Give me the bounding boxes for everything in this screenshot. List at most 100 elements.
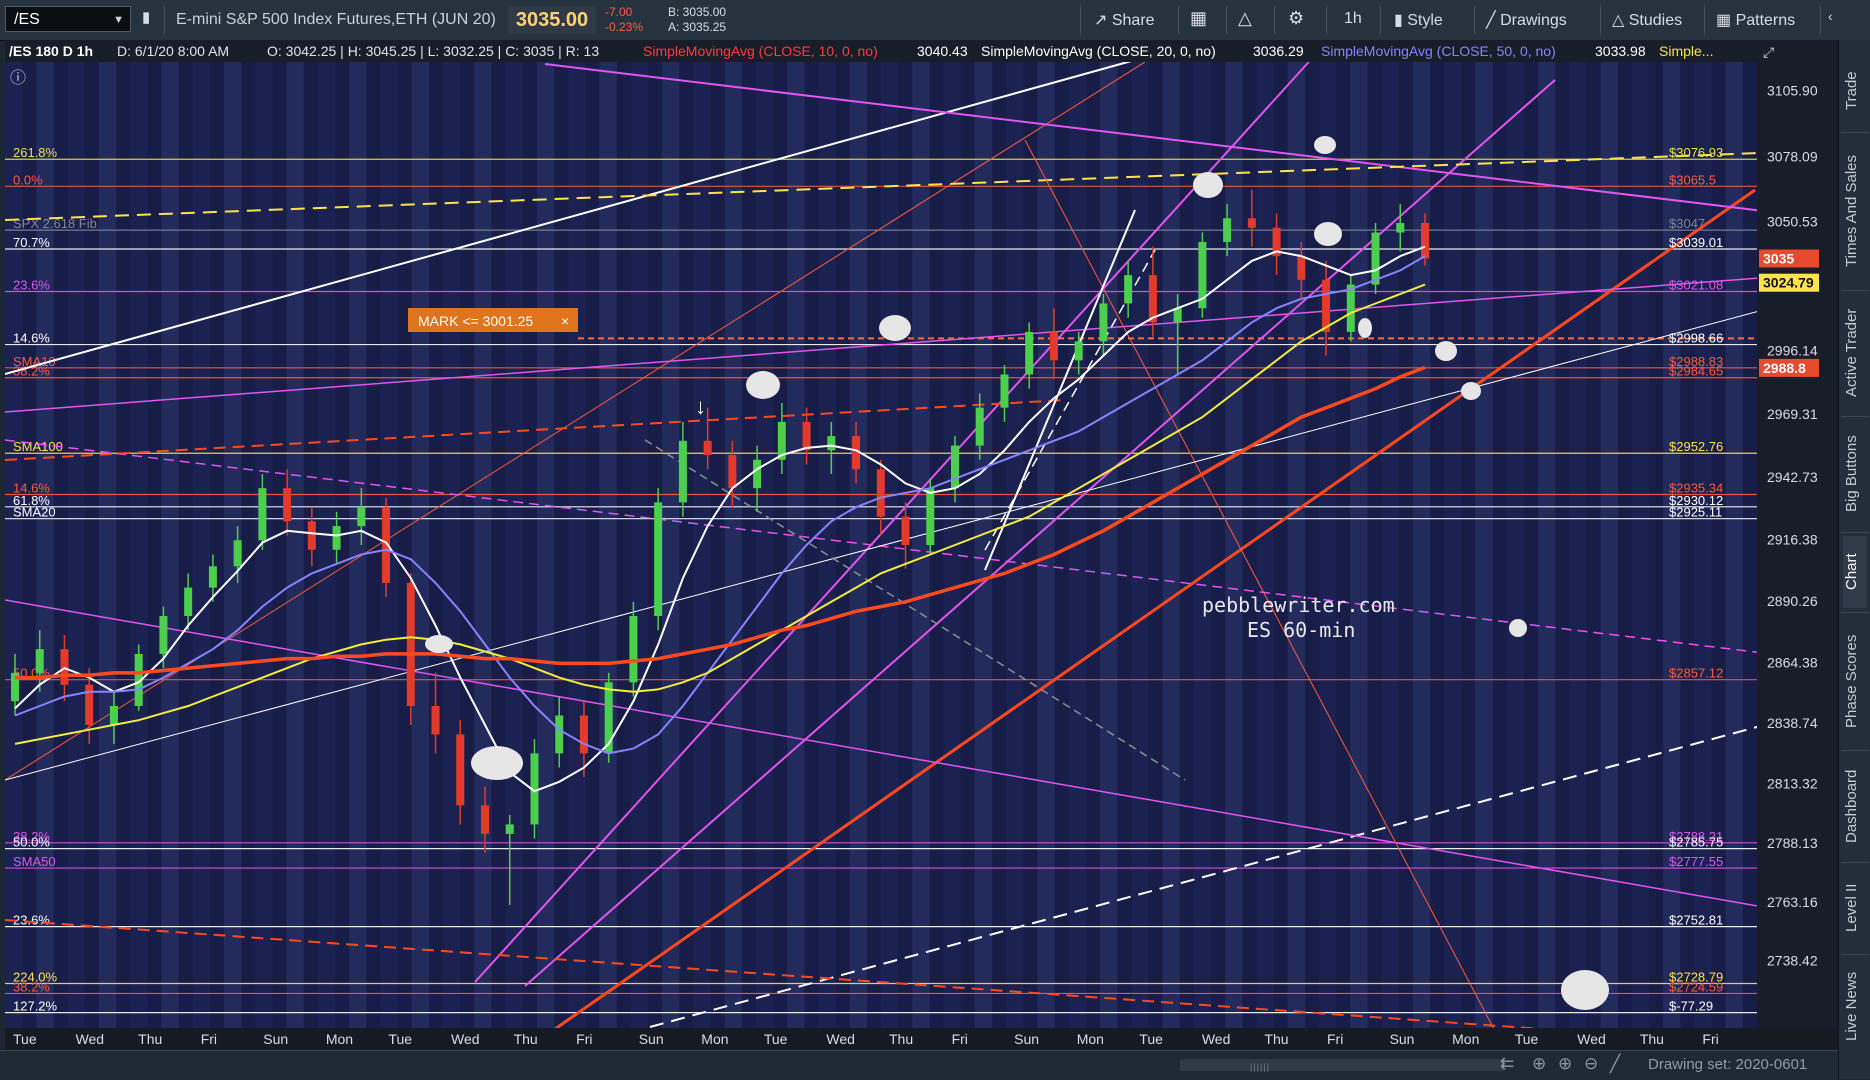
time-tick-label: Wed bbox=[1202, 1031, 1231, 1047]
time-tick-label: Mon bbox=[1452, 1031, 1479, 1047]
watermark-label: ES 60-min bbox=[1247, 618, 1355, 642]
level-price-label: $3047 bbox=[1669, 216, 1705, 231]
link-icon[interactable]: ▮ bbox=[142, 8, 150, 26]
candle-body bbox=[1025, 331, 1034, 375]
grip-icon: |||||| bbox=[1250, 1062, 1271, 1072]
zoom-in-icon[interactable]: ⊕ bbox=[1558, 1054, 1572, 1074]
price-axis[interactable]: 3105.90 3078.09 3050.53 2996.14 2969.31 2942.… bbox=[1757, 40, 1838, 1050]
tab-big-buttons[interactable]: Big Buttons bbox=[1843, 420, 1867, 528]
gear-icon[interactable]: ⚙ bbox=[1288, 8, 1304, 29]
zoom-out-icon[interactable]: ⊖ bbox=[1584, 1054, 1598, 1074]
level-price-label: $2857.12 bbox=[1669, 666, 1723, 681]
style-button[interactable]: ▮ Style bbox=[1394, 10, 1443, 30]
candle-body bbox=[109, 706, 118, 725]
session-band bbox=[662, 62, 680, 1028]
ask-value: A: 3035.25 bbox=[668, 20, 727, 34]
studies-button[interactable]: △ Studies bbox=[1612, 10, 1682, 30]
divider bbox=[1841, 862, 1869, 863]
arrow-down-icon: ↓ bbox=[695, 394, 706, 419]
interval-button[interactable]: 1h bbox=[1344, 10, 1362, 28]
info-icon[interactable]: ⓘ bbox=[10, 69, 26, 87]
price-tick-label: 2890.26 bbox=[1767, 593, 1818, 609]
candle-body bbox=[1173, 308, 1182, 323]
level-label: 38.2% bbox=[13, 979, 50, 994]
session-band bbox=[1319, 62, 1337, 1028]
price-tag-label: 3024.79 bbox=[1763, 275, 1814, 291]
time-axis[interactable]: Tue Wed Thu Fri Sun Mon Tue Wed Thu Fri Sun Mon Tue W… bbox=[5, 1028, 1838, 1050]
level-price-label: $3076.93 bbox=[1669, 145, 1723, 160]
time-tick-label: Wed bbox=[1577, 1031, 1606, 1047]
price-chart[interactable]: 261.8%0.0%SPX 2.618 Fib70.7%23.6%14.6%SM… bbox=[5, 40, 1838, 1050]
tab-trade[interactable]: Trade bbox=[1843, 52, 1867, 130]
mark-order-tag[interactable]: MARK <= 3001.25 × bbox=[408, 308, 578, 332]
tab-live-news[interactable]: Live News bbox=[1843, 958, 1867, 1054]
level-label: 70.7% bbox=[13, 235, 50, 250]
session-band bbox=[536, 62, 555, 1028]
patterns-label: Patterns bbox=[1735, 12, 1796, 29]
collapse-icon[interactable]: ‹ bbox=[1828, 8, 1833, 24]
bar-ohlc: O: 3042.25 | H: 3045.25 | L: 3032.25 | C… bbox=[267, 43, 599, 59]
tab-dashboard[interactable]: Dashboard bbox=[1843, 754, 1867, 858]
pencil-icon[interactable]: ╱ bbox=[1610, 1054, 1620, 1074]
time-tick-label: Mon bbox=[1077, 1031, 1104, 1047]
candle-body bbox=[307, 521, 316, 550]
pivot-marker bbox=[1509, 619, 1527, 637]
level-label: 23.6% bbox=[13, 277, 50, 292]
sma20-label: SimpleMovingAvg (CLOSE, 20, 0, no) bbox=[981, 43, 1216, 59]
bid-ask: B: 3035.00 A: 3035.25 bbox=[668, 5, 726, 35]
patterns-icon: ▦ bbox=[1716, 12, 1736, 29]
pivot-marker bbox=[1193, 172, 1223, 198]
scroll-left-icon[interactable]: ⇇ bbox=[1500, 1054, 1514, 1074]
candle-body bbox=[1297, 256, 1306, 280]
close-icon[interactable]: × bbox=[561, 313, 569, 329]
sma50-label: SimpleMovingAvg (CLOSE, 50, 0, no) bbox=[1321, 43, 1556, 59]
tab-chart[interactable]: Chart bbox=[1843, 536, 1867, 608]
price-tag-label: 2988.8 bbox=[1763, 360, 1806, 376]
time-tick-label: Tue bbox=[1515, 1031, 1539, 1047]
pivot-marker bbox=[1561, 970, 1609, 1010]
session-band bbox=[818, 62, 836, 1028]
divider bbox=[1600, 6, 1601, 34]
candle-body bbox=[876, 469, 885, 517]
share-button[interactable]: ↗︎ Share bbox=[1094, 10, 1155, 30]
crosshair-icon[interactable]: ⊕ bbox=[1532, 1054, 1546, 1074]
crosshair-icon[interactable]: ⤢ bbox=[1763, 44, 1774, 60]
candle-body bbox=[60, 649, 69, 685]
time-tick-label: Fri bbox=[952, 1031, 968, 1047]
drawings-button[interactable]: ╱ Drawings bbox=[1486, 10, 1567, 30]
tab-level-ii[interactable]: Level II bbox=[1843, 866, 1867, 950]
time-tick-label: Sun bbox=[263, 1031, 288, 1047]
candle-body bbox=[654, 502, 663, 617]
session-band bbox=[1600, 62, 1618, 1028]
chevron-down-icon[interactable]: ▼ bbox=[113, 7, 124, 33]
bottom-bar: |||||| ⇇ ⊕ ⊕ ⊖ ╱ Drawing set: 2020-0601 bbox=[0, 1050, 1838, 1080]
share-label: Share bbox=[1111, 12, 1155, 29]
session-band bbox=[286, 62, 304, 1028]
more-studies: Simple... bbox=[1659, 43, 1713, 59]
session-band bbox=[1350, 62, 1368, 1028]
time-scrollbar[interactable] bbox=[1180, 1059, 1506, 1071]
candle-body bbox=[332, 526, 341, 550]
patterns-button[interactable]: ▦ Patterns bbox=[1716, 10, 1795, 30]
level-label: SMA50 bbox=[13, 854, 56, 869]
candle-body bbox=[1148, 275, 1157, 323]
candle-body bbox=[208, 566, 217, 588]
tab-phase-scores[interactable]: Phase Scores bbox=[1843, 616, 1867, 746]
level-price-label: $3039.01 bbox=[1669, 235, 1723, 250]
session-band bbox=[5, 62, 23, 1028]
time-tick-label: Sun bbox=[1390, 1031, 1415, 1047]
flask-icon[interactable]: △ bbox=[1238, 8, 1252, 29]
level-label: 14.6% bbox=[13, 331, 50, 346]
candle-body bbox=[35, 649, 44, 673]
tab-times-and-sales[interactable]: Times And Sales bbox=[1843, 136, 1867, 286]
time-tick-label: Mon bbox=[701, 1031, 728, 1047]
candle-body bbox=[1421, 223, 1429, 259]
candle-body bbox=[555, 715, 564, 754]
divider bbox=[1178, 6, 1179, 34]
tab-active-trader[interactable]: Active Trader bbox=[1843, 294, 1867, 412]
candle-body bbox=[1074, 341, 1083, 361]
level-price-label: $2952.76 bbox=[1669, 439, 1723, 454]
session-band bbox=[130, 62, 148, 1028]
symbol-selector[interactable]: /ES ▼ bbox=[5, 6, 131, 32]
grid-icon[interactable]: ▦ bbox=[1190, 8, 1207, 29]
